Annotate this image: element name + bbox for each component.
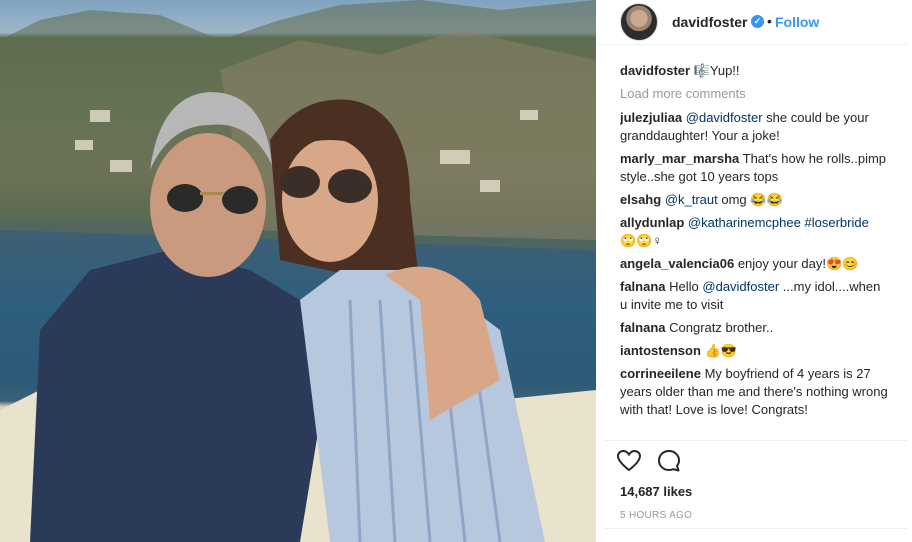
post-header: davidfoster ✓ • Follow: [596, 0, 908, 45]
comment-username[interactable]: davidfoster: [620, 63, 690, 78]
post-photo[interactable]: [0, 0, 596, 542]
comment-icon[interactable]: [656, 448, 682, 474]
comment-text: 👍😎: [704, 343, 737, 358]
comment: falnana Congratz brother..: [620, 319, 888, 337]
divider: [604, 440, 908, 441]
comment-mention[interactable]: @katharinemcphee: [688, 215, 801, 230]
heart-icon[interactable]: [616, 448, 642, 474]
comment: iantostenson 👍😎: [620, 342, 888, 360]
comment-text: enjoy your day!😍😊: [737, 256, 859, 271]
comment: marly_mar_marsha That's how he rolls..pi…: [620, 150, 888, 186]
separator-dot: •: [767, 13, 772, 29]
comment-username[interactable]: allydunlap: [620, 215, 684, 230]
comment-text: Congratz brother..: [669, 320, 774, 335]
comment-username[interactable]: julezjuliaa: [620, 110, 682, 125]
divider: [604, 528, 908, 529]
post-sidebar: davidfoster ✓ • Follow davidfoster 🎼Yup!…: [596, 0, 912, 542]
comment-username[interactable]: falnana: [620, 320, 666, 335]
comment-mention[interactable]: @davidfoster: [686, 110, 763, 125]
photo-illustration: [0, 0, 596, 542]
comment-username[interactable]: iantostenson: [620, 343, 701, 358]
comment-username[interactable]: angela_valencia06: [620, 256, 734, 271]
comment: allydunlap @katharinemcphee #loserbride …: [620, 214, 888, 250]
comment-hashtag[interactable]: #loserbride: [804, 215, 868, 230]
header-username[interactable]: davidfoster: [672, 14, 747, 30]
likes-count[interactable]: 14,687 likes: [620, 484, 692, 499]
comment: angela_valencia06 enjoy your day!😍😊: [620, 255, 888, 273]
post-timestamp[interactable]: 5 HOURS AGO: [620, 510, 692, 521]
comments-list: davidfoster 🎼Yup!! Load more comments ju…: [620, 62, 888, 438]
comment-username[interactable]: corrineeilene: [620, 366, 701, 381]
comment-text: omg 😂😂: [717, 192, 783, 207]
comment-mention[interactable]: @davidfoster: [702, 279, 779, 294]
comment-text: 🎼Yup!!: [693, 63, 740, 78]
caption: davidfoster 🎼Yup!!: [620, 62, 888, 80]
comment: falnana Hello @davidfoster ...my idol...…: [620, 278, 888, 314]
comment: elsahg @k_traut omg 😂😂: [620, 191, 888, 209]
comment: corrineeilene My boyfriend of 4 years is…: [620, 365, 888, 419]
avatar[interactable]: [620, 3, 658, 41]
comment: julezjuliaa @davidfoster she could be yo…: [620, 109, 888, 145]
follow-button[interactable]: Follow: [775, 14, 819, 30]
comment-text-prefix: Hello: [669, 279, 703, 294]
comment-username[interactable]: falnana: [620, 279, 666, 294]
comment-username[interactable]: elsahg: [620, 192, 661, 207]
verified-badge-icon: ✓: [751, 15, 764, 28]
load-more-comments-button[interactable]: Load more comments: [620, 85, 888, 103]
comment-username[interactable]: marly_mar_marsha: [620, 151, 739, 166]
comment-text: 🙄🙄♀: [620, 233, 663, 248]
comment-mention[interactable]: @k_traut: [665, 192, 718, 207]
